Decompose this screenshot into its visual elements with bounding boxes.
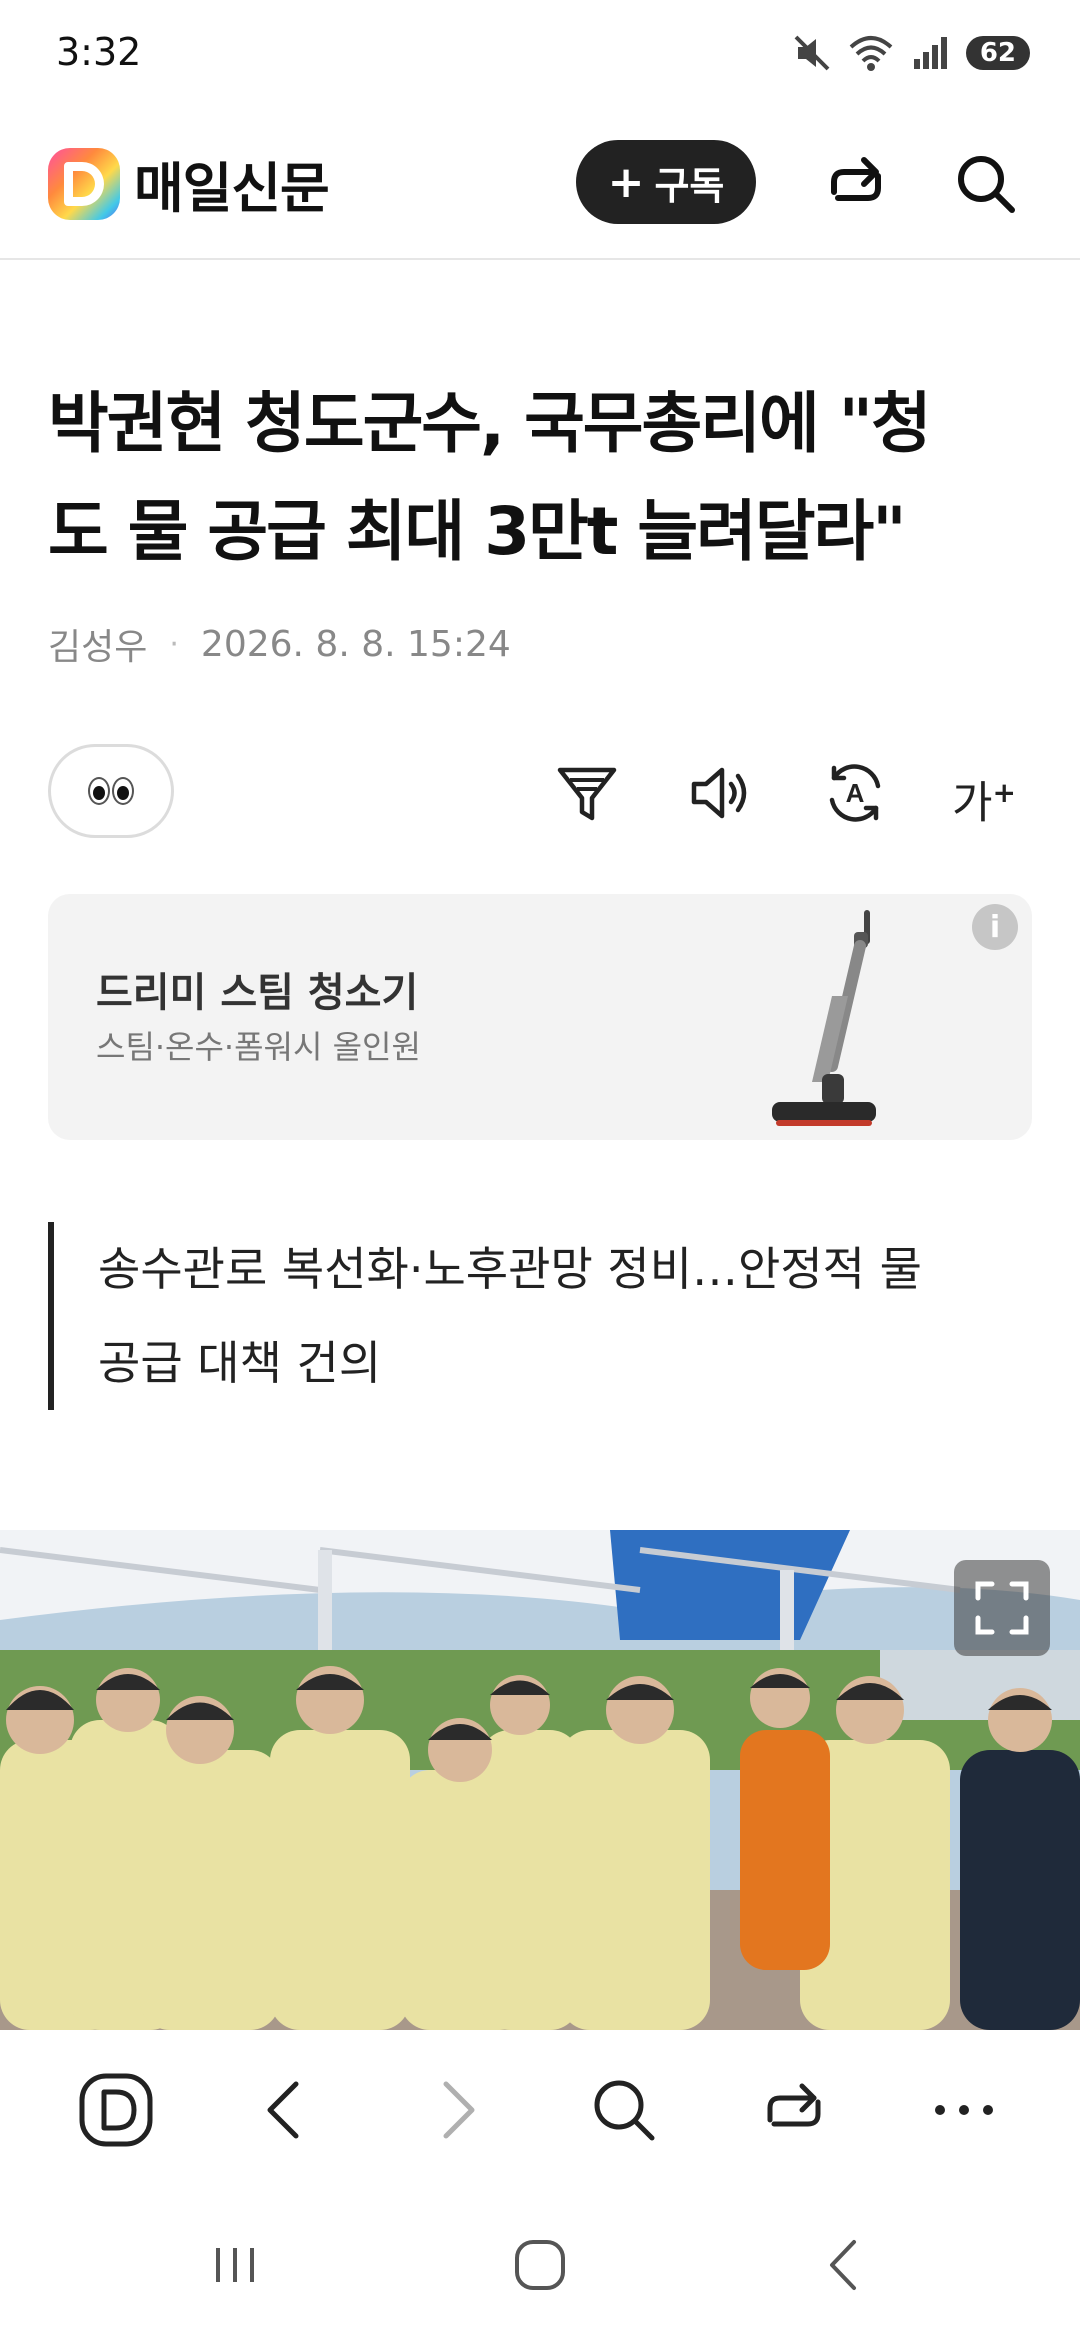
translate-letter: A	[846, 778, 865, 808]
published-datetime: 2026. 8. 8. 15:24	[200, 623, 511, 665]
ad-subtitle: 스팀·온수·폼워시 올인원	[96, 1028, 421, 1066]
speaker-icon[interactable]	[686, 758, 756, 828]
status-time: 3:32	[56, 30, 142, 74]
status-icons: 62	[792, 30, 1030, 76]
recent-apps-icon[interactable]	[200, 2230, 270, 2300]
font-size-label: 가	[952, 777, 993, 829]
vacuum-product-image	[772, 910, 876, 1126]
chevron-left-icon[interactable]	[246, 2070, 326, 2150]
summary-line: 공급 대책 건의	[98, 1336, 382, 1390]
signal-icon	[913, 37, 947, 69]
subscribe-button[interactable]: + 구독	[576, 140, 756, 224]
font-size-icon[interactable]: 가+	[952, 758, 1032, 829]
plus-icon: +	[607, 156, 645, 208]
reaction-button[interactable]	[48, 744, 174, 838]
subscribe-label: 구독	[654, 163, 725, 208]
wifi-icon	[849, 36, 893, 71]
battery-indicator: 62	[965, 36, 1030, 70]
brand-name: 매일신문	[134, 157, 330, 220]
summary-line: 송수관로 복선화·노후관망 정비…안정적 물	[98, 1242, 922, 1296]
chevron-right-icon[interactable]	[416, 2070, 496, 2150]
headline-line: 도 물 공급 최대 3만t 늘려달라"	[48, 493, 907, 570]
byline: 김성우 · 2026. 8. 8. 15:24	[48, 618, 511, 670]
article-tools: A 가+	[48, 744, 1032, 840]
app-header: 매일신문 + 구독	[0, 120, 1080, 260]
eyes-icon	[88, 777, 110, 805]
article-summary: 송수관로 복선화·노후관망 정비…안정적 물 공급 대책 건의	[48, 1222, 1032, 1410]
eyes-icon	[112, 777, 134, 805]
back-icon[interactable]	[810, 2230, 880, 2300]
search-icon[interactable]	[950, 148, 1022, 220]
home-icon[interactable]	[505, 2230, 575, 2300]
share-icon[interactable]	[754, 2070, 834, 2150]
ad-title: 드리미 스팀 청소기	[96, 970, 419, 1016]
more-icon[interactable]	[924, 2070, 1004, 2150]
photo-scene	[0, 1530, 1080, 2030]
ad-info-icon[interactable]: i	[972, 904, 1018, 950]
system-nav-bar	[0, 2190, 1080, 2340]
search-icon[interactable]	[584, 2070, 664, 2150]
daum-home-icon[interactable]	[76, 2070, 156, 2150]
share-icon[interactable]	[820, 148, 892, 220]
browser-toolbar	[0, 2030, 1080, 2190]
author[interactable]: 김성우	[48, 618, 147, 670]
article-photo[interactable]	[0, 1530, 1080, 2030]
translate-icon[interactable]: A	[820, 758, 890, 828]
filter-icon[interactable]	[552, 758, 622, 828]
status-bar: 3:32 62	[0, 0, 1080, 110]
brand-d-logo-icon	[48, 147, 120, 220]
ad-card[interactable]: 드리미 스팀 청소기 스팀·온수·폼워시 올인원 i	[48, 894, 1032, 1140]
mute-icon	[794, 35, 830, 71]
expand-icon[interactable]	[954, 1560, 1050, 1656]
article-headline: 박권현 청도군수, 국무총리에 "청 도 물 공급 최대 3만t 늘려달라"	[48, 370, 1038, 586]
headline-line: 박권현 청도군수, 국무총리에 "청	[48, 385, 932, 462]
separator-dot: ·	[169, 626, 179, 662]
brand[interactable]: 매일신문	[48, 144, 330, 223]
